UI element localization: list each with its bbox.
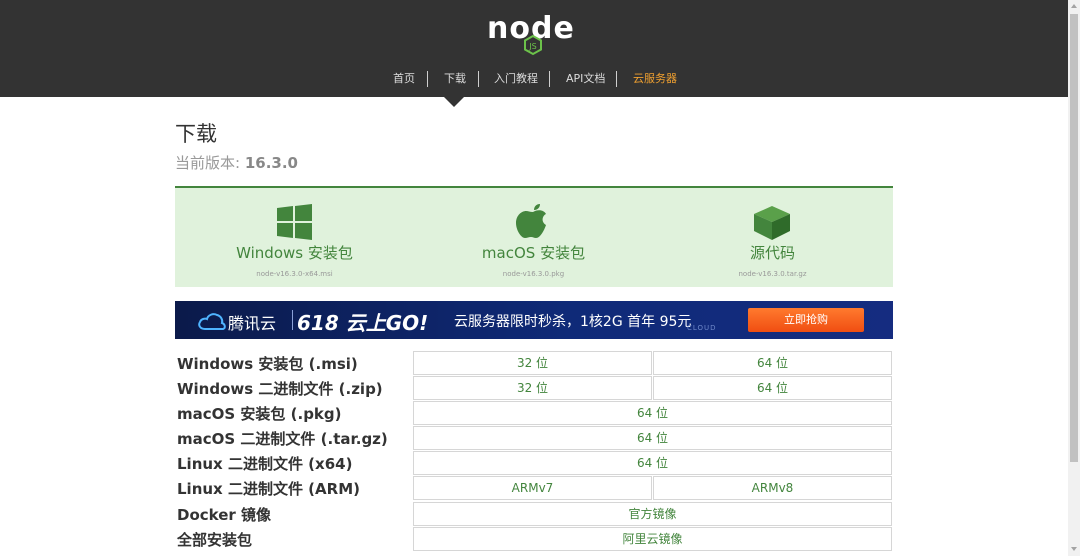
row-label-all-packages: 全部安装包 — [177, 531, 253, 549]
nav-separator — [549, 71, 550, 87]
row-label-docker: Docker 镜像 — [177, 506, 272, 524]
buy-now-button[interactable]: 立即抢购 — [748, 308, 864, 332]
banner-brand: 腾讯云 — [228, 314, 277, 333]
download-options-panel: Windows 安装包 node-v16.3.0-x64.msi macOS 安… — [175, 186, 893, 287]
version-prefix: 当前版本: — [175, 154, 245, 172]
site-header: node JS 首页 下载 入门教程 API文档 云服务器 — [0, 0, 1068, 97]
page-scrollbar[interactable] — [1068, 0, 1080, 556]
download-cell-windows-msi-32[interactable]: 32 位 — [413, 351, 652, 375]
nav-item-api-docs[interactable]: API文档 — [566, 69, 605, 89]
download-cell-docker-official[interactable]: 官方镜像 — [413, 502, 892, 526]
download-cell-linux-armv7[interactable]: ARMv7 — [413, 476, 652, 500]
download-filename: node-v16.3.0.tar.gz — [738, 270, 807, 278]
apple-icon — [516, 204, 546, 238]
row-label-macos-tar: macOS 二进制文件 (.tar.gz) — [177, 430, 388, 448]
download-source-code[interactable]: 源代码 node-v16.3.0.tar.gz — [653, 188, 892, 287]
windows-icon — [277, 204, 312, 240]
download-label: 源代码 — [749, 244, 795, 262]
banner-divider — [292, 310, 293, 330]
banner-headline: 618 云上GO! — [297, 311, 429, 335]
download-cell-macos-tar-64[interactable]: 64 位 — [413, 426, 892, 450]
banner-tag: CLOUD — [687, 324, 717, 332]
nav-separator — [616, 71, 617, 87]
download-label: macOS 安装包 — [481, 244, 586, 262]
current-version: 当前版本: 16.3.0 — [175, 152, 298, 173]
download-filename: node-v16.3.0.pkg — [502, 270, 565, 278]
scroll-down-arrow-icon[interactable] — [1071, 547, 1077, 551]
nav-item-tutorial[interactable]: 入门教程 — [494, 69, 538, 89]
download-cell-windows-zip-64[interactable]: 64 位 — [653, 376, 892, 400]
logo-badge: JS — [528, 42, 536, 51]
nav-item-home[interactable]: 首页 — [393, 69, 415, 89]
download-cell-windows-msi-64[interactable]: 64 位 — [653, 351, 892, 375]
download-windows-installer[interactable]: Windows 安装包 node-v16.3.0-x64.msi — [175, 188, 414, 287]
promo-banner[interactable]: 腾讯云 618 云上GO! 云服务器限时秒杀，1核2G 首年 95元 CLOUD… — [175, 301, 893, 339]
nav-separator — [478, 71, 479, 87]
row-label-windows-msi: Windows 安装包 (.msi) — [177, 355, 358, 373]
page-title: 下载 — [175, 122, 217, 146]
row-label-windows-zip: Windows 二进制文件 (.zip) — [177, 380, 383, 398]
cube-icon — [754, 206, 790, 240]
nav-separator — [427, 71, 428, 87]
download-label: Windows 安装包 — [236, 244, 353, 262]
scroll-thumb[interactable] — [1070, 14, 1078, 462]
nav-item-download[interactable]: 下载 — [444, 69, 466, 89]
banner-offer-text: 云服务器限时秒杀，1核2G 首年 95元 — [454, 314, 692, 330]
row-label-macos-pkg: macOS 安装包 (.pkg) — [177, 405, 342, 423]
logo-text: node — [487, 11, 575, 46]
row-label-linux-x64: Linux 二进制文件 (x64) — [177, 455, 353, 473]
tencent-cloud-logo-icon — [198, 313, 226, 330]
nav-item-cloud-server[interactable]: 云服务器 — [633, 69, 677, 89]
row-label-linux-arm: Linux 二进制文件 (ARM) — [177, 480, 360, 498]
download-cell-macos-pkg-64[interactable]: 64 位 — [413, 401, 892, 425]
download-macos-installer[interactable]: macOS 安装包 node-v16.3.0.pkg — [414, 188, 653, 287]
download-cell-windows-zip-32[interactable]: 32 位 — [413, 376, 652, 400]
download-cell-linux-armv8[interactable]: ARMv8 — [653, 476, 892, 500]
main-nav: 首页 下载 入门教程 API文档 云服务器 — [0, 69, 1068, 89]
nodejs-logo[interactable]: node JS — [487, 8, 579, 58]
scroll-up-arrow-icon[interactable] — [1071, 4, 1077, 8]
version-number: 16.3.0 — [244, 154, 298, 172]
nav-active-indicator — [444, 97, 464, 107]
download-cell-aliyun-mirror[interactable]: 阿里云镜像 — [413, 527, 892, 551]
download-cell-linux-x64[interactable]: 64 位 — [413, 451, 892, 475]
download-filename: node-v16.3.0-x64.msi — [256, 270, 333, 278]
